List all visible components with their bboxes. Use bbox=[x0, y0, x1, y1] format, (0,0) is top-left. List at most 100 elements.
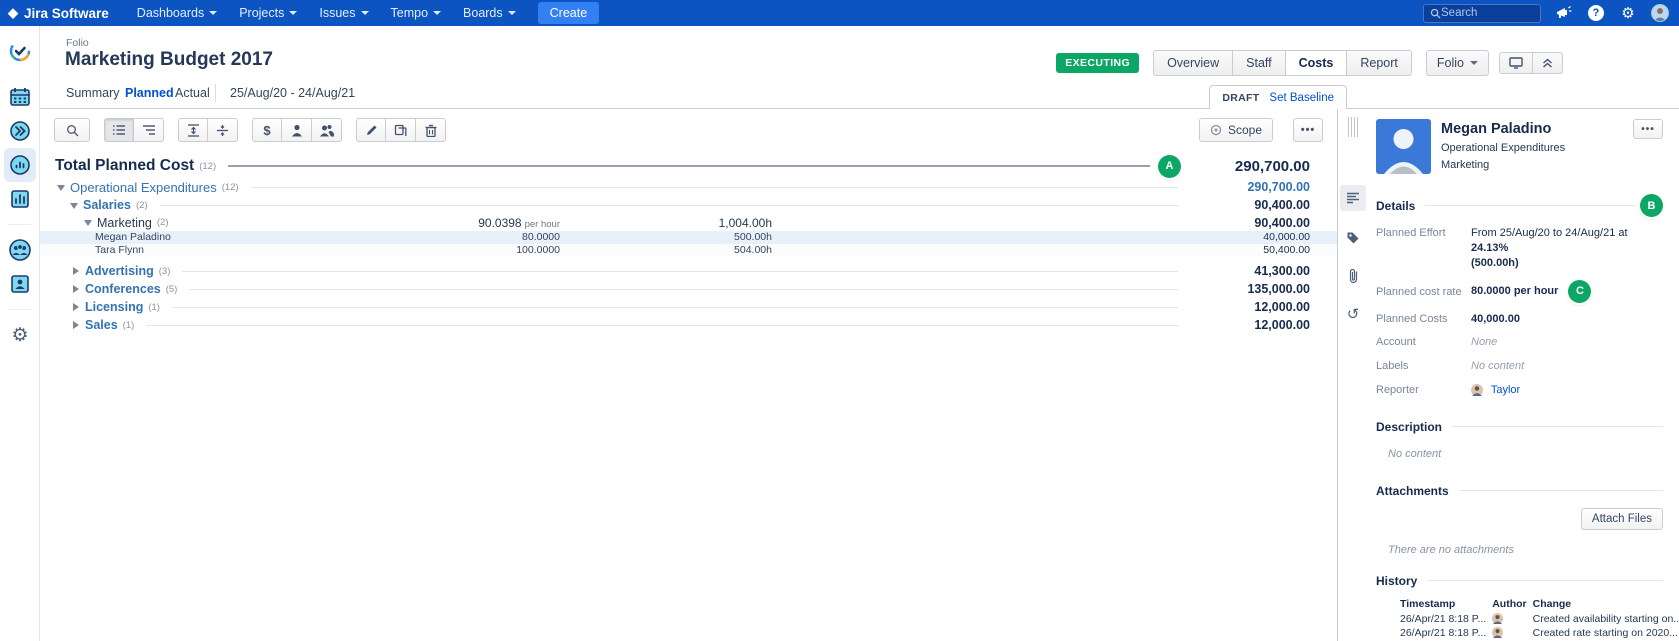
row-label[interactable]: Marketing bbox=[97, 216, 152, 230]
tree-view-button[interactable] bbox=[134, 118, 164, 142]
table-row-total[interactable]: Total Planned Cost (12) A 290,700.00 bbox=[40, 154, 1337, 178]
chevron-right-icon[interactable] bbox=[73, 321, 83, 329]
currency-view-button[interactable]: $ bbox=[252, 118, 282, 142]
edit-icon bbox=[365, 124, 378, 137]
row-label[interactable]: Conferences bbox=[85, 282, 161, 296]
row-label[interactable]: Operational Expenditures bbox=[70, 180, 217, 195]
attach-files-button[interactable]: Attach Files bbox=[1581, 508, 1663, 530]
tab-costs[interactable]: Costs bbox=[1286, 50, 1348, 76]
chevron-down-icon bbox=[1470, 61, 1478, 69]
chevron-right-icon[interactable] bbox=[73, 267, 83, 275]
expand-all-button[interactable] bbox=[178, 118, 208, 142]
row-label[interactable]: Advertising bbox=[85, 264, 154, 278]
row-label[interactable]: Salaries bbox=[83, 198, 131, 212]
table-row-member[interactable]: Tara Flynn 100.0000 504.00h 50,400.00 bbox=[40, 244, 1337, 257]
row-label[interactable]: Megan Paladino bbox=[95, 231, 171, 243]
history-rail-icon[interactable]: ↺ bbox=[1340, 301, 1366, 327]
presentation-mode-button[interactable] bbox=[1499, 52, 1533, 74]
person-view-button[interactable] bbox=[282, 118, 312, 142]
brand-name: Jira Software bbox=[24, 6, 109, 21]
chevron-down-icon[interactable] bbox=[57, 185, 65, 195]
table-row-group[interactable]: Sales (1) 12,000.00 bbox=[40, 316, 1337, 334]
folio-dropdown[interactable]: Folio bbox=[1426, 50, 1489, 76]
chevron-right-icon[interactable] bbox=[73, 285, 83, 293]
scope-button[interactable]: Scope bbox=[1199, 118, 1273, 142]
row-label[interactable]: Tara Flynn bbox=[95, 244, 144, 256]
chevron-right-icon[interactable] bbox=[73, 303, 83, 311]
author-avatar bbox=[1492, 612, 1532, 626]
panel-resize-handle[interactable] bbox=[1348, 117, 1358, 137]
subtab-summary[interactable]: Summary bbox=[66, 86, 119, 100]
collapse-all-button[interactable] bbox=[208, 118, 238, 142]
reporter-link[interactable]: Taylor bbox=[1491, 384, 1520, 396]
chevron-down-icon bbox=[361, 11, 369, 19]
row-count: (3) bbox=[159, 266, 171, 277]
megaphone-icon[interactable] bbox=[1555, 4, 1573, 22]
edit-button[interactable] bbox=[356, 118, 386, 142]
donut-chart-icon[interactable] bbox=[4, 148, 36, 182]
gear-icon[interactable]: ⚙ bbox=[1619, 4, 1637, 22]
table-row-subgroup[interactable]: Marketing (2) 90.0398per hour 1,004.00h … bbox=[40, 214, 1337, 231]
user-avatar[interactable] bbox=[1651, 4, 1669, 22]
date-range[interactable]: 25/Aug/20 - 24/Aug/21 bbox=[230, 86, 355, 100]
calendar-icon[interactable] bbox=[0, 80, 40, 114]
collapse-header-button[interactable] bbox=[1533, 52, 1563, 74]
breadcrumb: Folio bbox=[66, 37, 89, 49]
nav-projects[interactable]: Projects bbox=[239, 6, 297, 20]
table-row-group[interactable]: Licensing (1) 12,000.00 bbox=[40, 298, 1337, 316]
search-rows-button[interactable] bbox=[54, 118, 90, 142]
set-baseline-link[interactable]: Set Baseline bbox=[1269, 92, 1334, 104]
chevron-down-icon[interactable] bbox=[70, 203, 78, 213]
settings-gear-icon[interactable]: ⚙ bbox=[0, 318, 40, 352]
details-section-header: Details B bbox=[1376, 194, 1663, 217]
nav-dashboards[interactable]: Dashboards bbox=[137, 6, 217, 20]
tab-overview[interactable]: Overview bbox=[1153, 50, 1233, 76]
table-row-group[interactable]: Salaries (2) 90,400.00 bbox=[40, 196, 1337, 214]
team-icon[interactable] bbox=[0, 233, 40, 267]
monitor-icon bbox=[1509, 57, 1523, 69]
row-label[interactable]: Licensing bbox=[85, 300, 143, 314]
attachments-rail-icon[interactable] bbox=[1340, 263, 1366, 289]
help-icon[interactable]: ? bbox=[1587, 4, 1605, 22]
overview-check-icon[interactable] bbox=[0, 34, 40, 68]
annotation-badge-a: A bbox=[1158, 155, 1181, 178]
copy-button[interactable] bbox=[386, 118, 416, 142]
sidebar-divider bbox=[8, 224, 31, 225]
create-button[interactable]: Create bbox=[538, 2, 600, 24]
table-row-group[interactable]: Advertising (3) 41,300.00 bbox=[40, 262, 1337, 280]
table-row-group[interactable]: Conferences (5) 135,000.00 bbox=[40, 280, 1337, 298]
table-row-group[interactable]: Operational Expenditures (12) 290,700.00 bbox=[40, 178, 1337, 196]
labels-rail-icon[interactable] bbox=[1340, 225, 1366, 251]
nav-tempo[interactable]: Tempo bbox=[391, 6, 442, 20]
panel-more-button[interactable]: ••• bbox=[1633, 119, 1663, 139]
tab-staff[interactable]: Staff bbox=[1233, 50, 1285, 76]
chevron-down-icon[interactable] bbox=[84, 220, 92, 230]
collapse-rows-icon bbox=[216, 124, 229, 137]
row-value: 12,000.00 bbox=[1190, 318, 1310, 332]
nav-issues[interactable]: Issues bbox=[319, 6, 368, 20]
table-row-member-selected[interactable]: Megan Paladino 80.0000 500.00h 40,000.00 bbox=[40, 231, 1337, 244]
nav-boards[interactable]: Boards bbox=[463, 6, 516, 20]
people-view-button[interactable] bbox=[312, 118, 342, 142]
chevron-double-up-icon bbox=[1542, 57, 1553, 69]
tab-report[interactable]: Report bbox=[1347, 50, 1412, 76]
history-table: Timestamp Author Change 26/Apr/21 8:18 P… bbox=[1400, 598, 1679, 641]
details-rail-icon[interactable] bbox=[1340, 185, 1366, 211]
member-card-icon[interactable] bbox=[0, 267, 40, 301]
fast-forward-icon[interactable] bbox=[0, 114, 40, 148]
delete-button[interactable] bbox=[416, 118, 446, 142]
costs-panel: $ Scope ••• bbox=[40, 108, 1337, 641]
toolbar-more-button[interactable]: ••• bbox=[1293, 118, 1323, 142]
jira-logo[interactable]: ◆ Jira Software bbox=[8, 5, 109, 21]
list-view-icon bbox=[112, 124, 126, 136]
list-view-button[interactable] bbox=[104, 118, 134, 142]
trash-icon bbox=[425, 124, 437, 137]
search-box[interactable] bbox=[1423, 4, 1541, 23]
search-input[interactable] bbox=[1441, 7, 1527, 19]
subtab-actual[interactable]: Actual bbox=[175, 86, 210, 100]
chevron-down-icon bbox=[289, 11, 297, 19]
subtab-planned[interactable]: Planned bbox=[125, 86, 174, 100]
tree-view-icon bbox=[142, 124, 156, 136]
row-label[interactable]: Sales bbox=[85, 318, 118, 332]
bar-chart-icon[interactable] bbox=[0, 182, 40, 216]
